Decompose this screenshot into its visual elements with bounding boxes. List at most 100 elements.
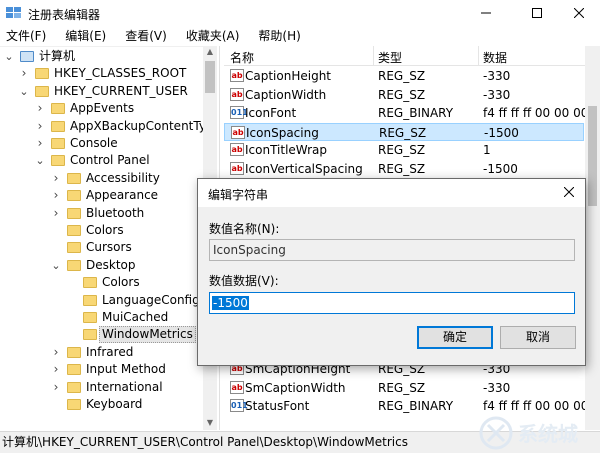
value-row[interactable]: ab CaptionHeight REG_SZ -330 [224,67,584,85]
title-bar: 注册表编辑器 [0,0,600,28]
value-row[interactable]: ab IconVerticalSpacing REG_SZ -1500 [224,160,584,178]
value-row[interactable]: 011 IconFont REG_BINARY f4 ff ff ff 00 00 0… [224,104,600,122]
maximize-button[interactable] [514,0,560,28]
value-name: CaptionWidth [245,87,327,102]
value-type: REG_SZ [379,125,427,140]
tree-item-label: Control Panel [70,153,150,168]
value-row[interactable]: ab SmCaptionWidth REG_SZ -330 [224,379,584,397]
tree-item[interactable]: › Input Method [0,361,203,378]
tree-item[interactable]: LanguageConfigu [0,292,207,309]
value-data: -1500 [484,125,519,140]
tree-item[interactable]: ⌄ Desktop [0,257,203,274]
collapsed-arrow-icon[interactable]: › [51,344,61,361]
value-row[interactable]: ab CaptionWidth REG_SZ -330 [224,86,584,104]
tree-item-label: 计算机 [39,49,76,63]
tree-item-label: Input Method [86,362,166,377]
menu-help[interactable]: 帮助(H) [258,28,307,46]
value-data-selected-text: -1500 [212,296,249,310]
folder-icon [51,103,65,115]
expanded-arrow-icon[interactable]: ⌄ [51,257,61,274]
collapsed-arrow-icon[interactable]: › [35,135,45,152]
value-row[interactable]: ab IconTitleWrap REG_SZ 1 [224,141,584,159]
expanded-arrow-icon[interactable]: ⌄ [19,83,29,100]
value-data-input[interactable]: -1500 [209,292,575,314]
folder-icon [67,364,81,376]
column-header-data[interactable]: 数据 [483,49,507,66]
folder-icon [35,85,49,97]
tree-item[interactable]: ⌄ Control Panel [0,152,203,169]
menu-favorites[interactable]: 收藏夹(A) [186,28,247,46]
scroll-up-icon[interactable]: ▲ [203,47,217,59]
registry-tree[interactable]: ⌄ 计算机 › HKEY_CLASSES_ROOT ⌄ HKEY_CURRENT_USER… [0,46,217,430]
value-type: REG_SZ [378,380,426,395]
collapsed-arrow-icon[interactable]: › [35,118,45,135]
tree-scroll-thumb[interactable] [205,61,215,93]
collapsed-arrow-icon[interactable]: › [19,65,29,82]
value-name: StatusFont [245,399,310,414]
folder-icon [51,138,65,149]
collapsed-arrow-icon[interactable]: › [35,100,45,117]
collapsed-arrow-icon[interactable]: › [51,379,61,396]
menu-edit[interactable]: 编辑(E) [65,28,113,46]
close-button[interactable] [556,0,600,28]
folder-icon [67,259,81,271]
tree-item-label: AppXBackupContentType [70,118,217,133]
ok-button[interactable]: 确定 [417,326,493,349]
value-name: IconFont [245,106,297,121]
value-type: REG_SZ [378,87,426,102]
tree-item[interactable]: › HKEY_CLASSES_ROOT [0,65,203,82]
cancel-button[interactable]: 取消 [500,326,576,349]
value-data: 1 [483,143,491,158]
string-value-icon: ab [231,125,245,139]
edit-string-dialog: 编辑字符串 数值名称(N): IconSpacing 数值数据(V): -150… [197,178,586,366]
window-title: 注册表编辑器 [28,8,101,22]
expanded-arrow-icon[interactable]: ⌄ [4,48,14,65]
tree-item[interactable]: ⌄ 计算机 [0,48,203,65]
dialog-title: 编辑字符串 [208,188,269,202]
dialog-close-button[interactable] [557,181,581,205]
tree-item[interactable]: › AppXBackupContentType [0,118,217,135]
menu-file[interactable]: 文件(F) [6,28,53,46]
tree-item[interactable]: › Infrared [0,344,203,361]
regedit-icon [6,6,22,20]
tree-item[interactable]: WindowMetrics [0,326,203,344]
expanded-arrow-icon[interactable]: ⌄ [35,152,45,169]
collapsed-arrow-icon[interactable]: › [51,170,61,187]
tree-item[interactable]: › International [0,379,203,396]
folder-icon [67,346,81,358]
string-value-icon: ab [230,162,244,175]
tree-item[interactable]: › Bluetooth [0,205,203,222]
close-icon [573,7,585,21]
menu-view[interactable]: 查看(V) [125,28,174,46]
tree-item[interactable]: › Appearance [0,187,203,204]
column-header-name[interactable]: 名称 [230,49,254,66]
tree-item[interactable]: ⌄ HKEY_CURRENT_USER [0,83,203,100]
tree-item[interactable]: › Accessibility [0,170,203,187]
watermark-text: 系统城 [518,422,578,446]
scroll-down-icon[interactable]: ▼ [203,418,217,430]
tree-item[interactable]: Colors [0,222,203,239]
string-value-icon: ab [230,143,244,157]
column-header-type[interactable]: 类型 [378,49,402,66]
list-scroll-thumb[interactable] [588,106,597,206]
collapsed-arrow-icon[interactable]: › [51,361,61,378]
tree-item[interactable]: Colors [0,274,203,291]
tree-item[interactable]: › Console [0,135,203,152]
string-value-icon: ab [230,69,244,82]
collapsed-arrow-icon[interactable]: › [51,205,61,222]
minimize-button[interactable] [463,0,509,28]
column-divider[interactable] [373,46,374,66]
collapsed-arrow-icon[interactable]: › [51,187,61,204]
tree-item[interactable]: MuiCached [0,309,203,326]
list-scrollbar[interactable] [585,46,600,430]
column-divider[interactable] [478,46,479,66]
tree-item-label: Colors [102,275,140,290]
tree-item[interactable]: › AppEvents [0,100,203,117]
tree-item-label: HKEY_CURRENT_USER [54,83,188,98]
tree-item-label: Colors [86,223,124,237]
value-data: -330 [483,380,511,395]
tree-item[interactable]: Keyboard [0,396,203,413]
value-row[interactable]: ab IconSpacing REG_SZ -1500 [224,122,584,141]
tree-item[interactable]: Cursors [0,239,203,256]
tree-item-label: Bluetooth [86,205,145,220]
